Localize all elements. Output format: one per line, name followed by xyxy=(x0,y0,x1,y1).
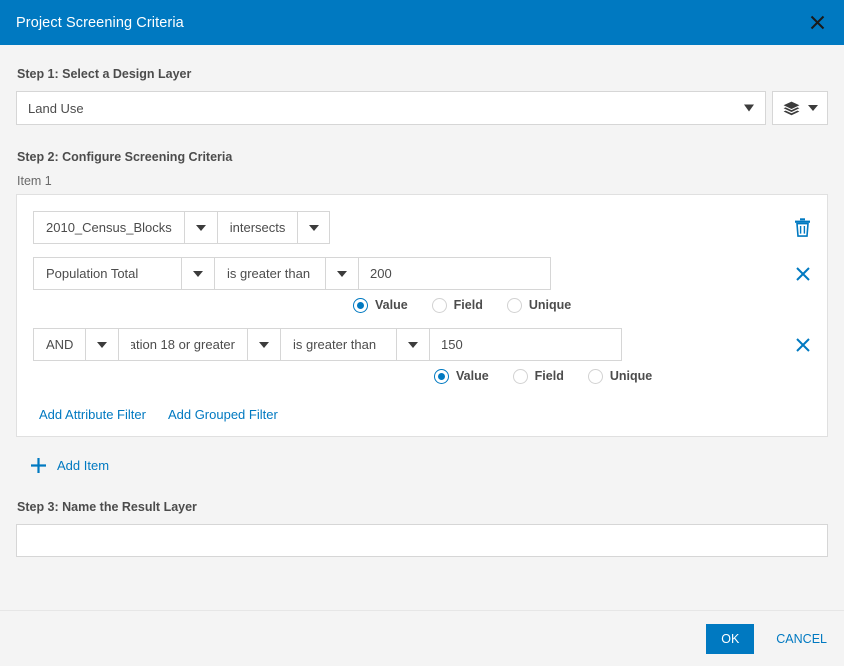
layer-picker-button[interactable] xyxy=(772,91,828,125)
dialog-footer: OK CANCEL xyxy=(0,610,844,666)
chevron-down-icon xyxy=(196,225,206,231)
filter-2-field-value: ulation 18 or greater xyxy=(131,337,235,352)
filter-1-operator-caret[interactable] xyxy=(325,257,358,290)
filter-2-group: AND ulation 18 or greater is greater tha… xyxy=(33,328,622,361)
trash-icon xyxy=(794,218,811,237)
result-layer-name-input[interactable] xyxy=(16,524,828,557)
dialog-titlebar: Project Screening Criteria xyxy=(0,0,844,45)
chevron-down-icon xyxy=(309,225,319,231)
filter-2-operator-select[interactable]: is greater than xyxy=(280,328,396,361)
filter-1-mode-field-label[interactable]: Field xyxy=(454,298,483,312)
design-layer-select[interactable]: Land Use xyxy=(16,91,766,125)
source-layer-caret[interactable] xyxy=(184,211,217,244)
filter-1-mode-unique-label[interactable]: Unique xyxy=(529,298,571,312)
step2-label: Step 2: Configure Screening Criteria xyxy=(17,150,828,164)
filter-1-field-caret[interactable] xyxy=(181,257,214,290)
source-layer-row: 2010_Census_Blocks intersects xyxy=(33,211,811,244)
step1-label: Step 1: Select a Design Layer xyxy=(17,67,828,81)
filter-2-mode-unique-radio[interactable] xyxy=(588,369,603,384)
remove-filter-1-button[interactable] xyxy=(785,257,811,290)
filter-1-value-mode-group: Value Field Unique xyxy=(353,290,811,320)
filter-2-value-mode-group: Value Field Unique xyxy=(434,361,811,391)
design-layer-row: Land Use xyxy=(16,91,828,125)
filter-2-mode-unique-label[interactable]: Unique xyxy=(610,369,652,383)
filter-1-mode-value-label[interactable]: Value xyxy=(375,298,408,312)
filter-1-value-input[interactable]: 200 xyxy=(358,257,551,290)
remove-filter-2-button[interactable] xyxy=(785,328,811,361)
add-item-button[interactable]: Add Item xyxy=(30,457,109,474)
filter-2-field-caret[interactable] xyxy=(247,328,280,361)
filter-2-field-select[interactable]: ulation 18 or greater xyxy=(118,328,247,361)
close-icon xyxy=(795,266,811,282)
filter-1-field-select[interactable]: Population Total xyxy=(33,257,181,290)
source-layer-select[interactable]: 2010_Census_Blocks xyxy=(33,211,184,244)
filter-1-mode-unique-radio[interactable] xyxy=(507,298,522,313)
item-caption: Item 1 xyxy=(17,174,828,188)
project-screening-criteria-dialog: Project Screening Criteria Step 1: Selec… xyxy=(0,0,844,666)
criteria-item-panel: 2010_Census_Blocks intersects xyxy=(16,194,828,437)
cancel-button[interactable]: CANCEL xyxy=(776,632,827,646)
spatial-relationship-select[interactable]: intersects xyxy=(217,211,298,244)
design-layer-value: Land Use xyxy=(28,101,84,116)
chevron-down-icon xyxy=(808,105,818,111)
source-layer-group: 2010_Census_Blocks intersects xyxy=(33,211,330,244)
delete-item-button[interactable] xyxy=(784,211,811,244)
filter-2-mode-field-radio[interactable] xyxy=(513,369,528,384)
spatial-relationship-caret[interactable] xyxy=(297,211,330,244)
filter-1-operator-select[interactable]: is greater than xyxy=(214,257,325,290)
add-attribute-filter-link[interactable]: Add Attribute Filter xyxy=(39,407,146,422)
filter-2-mode-value-radio[interactable] xyxy=(434,369,449,384)
filter-2-operator-caret[interactable] xyxy=(396,328,429,361)
filter-2-mode-field-label[interactable]: Field xyxy=(535,369,564,383)
layers-icon xyxy=(783,101,800,116)
chevron-down-icon xyxy=(97,342,107,348)
chevron-down-icon xyxy=(259,342,269,348)
filter-1-group: Population Total is greater than 200 xyxy=(33,257,551,290)
filter-row-1: Population Total is greater than 200 xyxy=(33,257,811,290)
filter-1-mode-value-radio[interactable] xyxy=(353,298,368,313)
dialog-title: Project Screening Criteria xyxy=(16,15,184,31)
dialog-body: Step 1: Select a Design Layer Land Use S… xyxy=(0,45,844,610)
filter-links: Add Attribute Filter Add Grouped Filter xyxy=(33,407,811,422)
filter-row-2: AND ulation 18 or greater is greater tha… xyxy=(33,328,811,361)
chevron-down-icon xyxy=(408,342,418,348)
add-item-label: Add Item xyxy=(57,458,109,473)
chevron-down-icon xyxy=(744,105,754,112)
filter-2-mode-value-label[interactable]: Value xyxy=(456,369,489,383)
filter-2-value-input[interactable]: 150 xyxy=(429,328,622,361)
filter-1-mode-field-radio[interactable] xyxy=(432,298,447,313)
close-icon xyxy=(795,337,811,353)
add-grouped-filter-link[interactable]: Add Grouped Filter xyxy=(168,407,278,422)
filter-2-conjunction-select[interactable]: AND xyxy=(33,328,85,361)
plus-icon xyxy=(30,457,47,474)
filter-2-conjunction-caret[interactable] xyxy=(85,328,118,361)
ok-button[interactable]: OK xyxy=(706,624,754,654)
close-icon[interactable] xyxy=(804,10,830,36)
step3-label: Step 3: Name the Result Layer xyxy=(17,500,828,514)
chevron-down-icon xyxy=(337,271,347,277)
chevron-down-icon xyxy=(193,271,203,277)
